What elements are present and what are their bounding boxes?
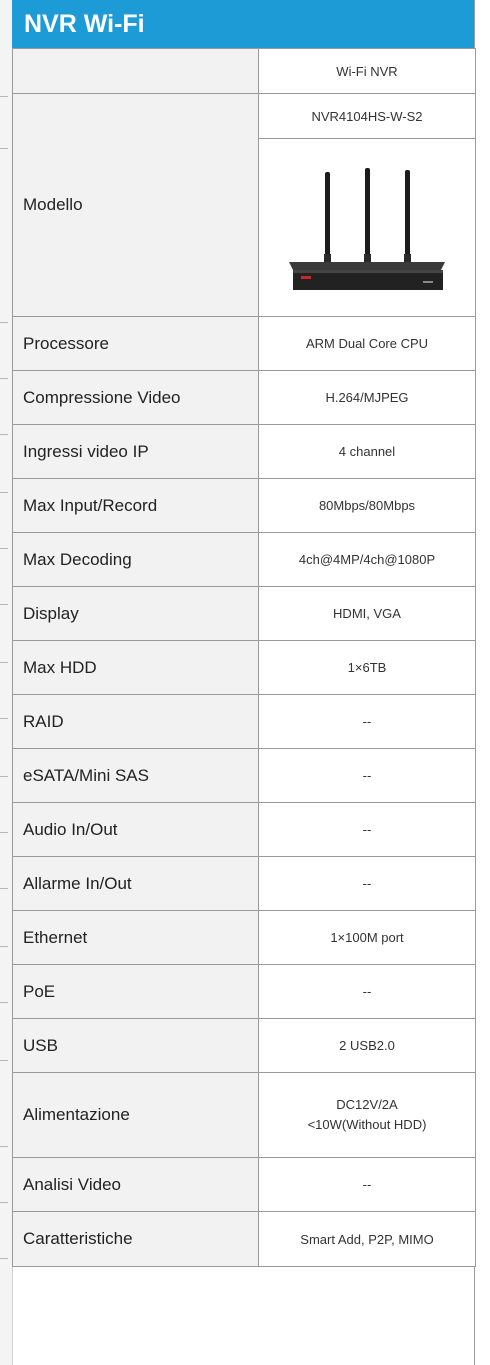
spec-value: H.264/MJPEG	[258, 370, 476, 425]
spec-row: Allarme In/Out --	[12, 856, 476, 911]
spec-value: HDMI, VGA	[258, 586, 476, 641]
spec-value: 1×100M port	[258, 910, 476, 965]
spec-label: Max Decoding	[12, 532, 259, 587]
spec-label: USB	[12, 1018, 259, 1073]
spec-value: 4 channel	[258, 424, 476, 479]
spec-value: 4ch@4MP/4ch@1080P	[258, 532, 476, 587]
spec-value: --	[258, 694, 476, 749]
spec-value: --	[258, 856, 476, 911]
spec-label: Processore	[12, 316, 259, 371]
spec-label: Audio In/Out	[12, 802, 259, 857]
spec-value: ARM Dual Core CPU	[258, 316, 476, 371]
spec-value-line: <10W(Without HDD)	[307, 1117, 427, 1132]
spec-row: Compressione Video H.264/MJPEG	[12, 370, 476, 425]
spec-label: Compressione Video	[12, 370, 259, 425]
model-name: NVR4104HS-W-S2	[258, 93, 476, 139]
product-image-cell	[258, 138, 476, 317]
spec-value: 80Mbps/80Mbps	[258, 478, 476, 533]
column-header-row: Wi-Fi NVR	[12, 48, 476, 94]
spec-label: Alimentazione	[12, 1072, 259, 1158]
spec-row: Alimentazione DC12V/2A <10W(Without HDD)	[12, 1072, 476, 1158]
empty-header-cell	[12, 48, 259, 94]
spec-row: eSATA/Mini SAS --	[12, 748, 476, 803]
model-row: Modello NVR4104HS-W-S2	[12, 93, 476, 317]
spec-sheet: NVR Wi-Fi Wi-Fi NVR Modello NVR4104HS-W-…	[12, 0, 476, 1365]
spec-label: Caratteristiche	[12, 1211, 259, 1267]
spec-value: Smart Add, P2P, MIMO	[258, 1211, 476, 1267]
spec-value: --	[258, 1157, 476, 1212]
spec-value: --	[258, 802, 476, 857]
spec-row: Audio In/Out --	[12, 802, 476, 857]
spec-row: RAID --	[12, 694, 476, 749]
nvr-device-image	[289, 167, 445, 290]
column-header: Wi-Fi NVR	[258, 48, 476, 94]
spec-label: Display	[12, 586, 259, 641]
spec-value: --	[258, 748, 476, 803]
spec-row: Ethernet 1×100M port	[12, 910, 476, 965]
spec-label: Max HDD	[12, 640, 259, 695]
spec-value-line: DC12V/2A	[336, 1097, 398, 1112]
spec-row: Ingressi video IP 4 channel	[12, 424, 476, 479]
spec-label: Analisi Video	[12, 1157, 259, 1212]
spec-value: DC12V/2A <10W(Without HDD)	[258, 1072, 476, 1158]
spec-row: Max HDD 1×6TB	[12, 640, 476, 695]
page-title: NVR Wi-Fi	[12, 0, 474, 48]
spec-row: PoE --	[12, 964, 476, 1019]
spec-value: --	[258, 964, 476, 1019]
spec-row: Analisi Video --	[12, 1157, 476, 1212]
spec-row: Max Decoding 4ch@4MP/4ch@1080P	[12, 532, 476, 587]
spec-label: PoE	[12, 964, 259, 1019]
spec-row: Display HDMI, VGA	[12, 586, 476, 641]
spec-row: Caratteristiche Smart Add, P2P, MIMO	[12, 1211, 476, 1267]
spec-label: Ethernet	[12, 910, 259, 965]
spec-value: 2 USB2.0	[258, 1018, 476, 1073]
spec-row: USB 2 USB2.0	[12, 1018, 476, 1073]
spec-row: Processore ARM Dual Core CPU	[12, 316, 476, 371]
spec-value: 1×6TB	[258, 640, 476, 695]
spec-label: eSATA/Mini SAS	[12, 748, 259, 803]
spec-label: Max Input/Record	[12, 478, 259, 533]
spec-table: Wi-Fi NVR Modello NVR4104HS-W-S2 Process…	[12, 48, 476, 1267]
spec-label: Allarme In/Out	[12, 856, 259, 911]
spec-label: Ingressi video IP	[12, 424, 259, 479]
model-label: Modello	[12, 93, 259, 317]
spec-row: Max Input/Record 80Mbps/80Mbps	[12, 478, 476, 533]
spec-label: RAID	[12, 694, 259, 749]
